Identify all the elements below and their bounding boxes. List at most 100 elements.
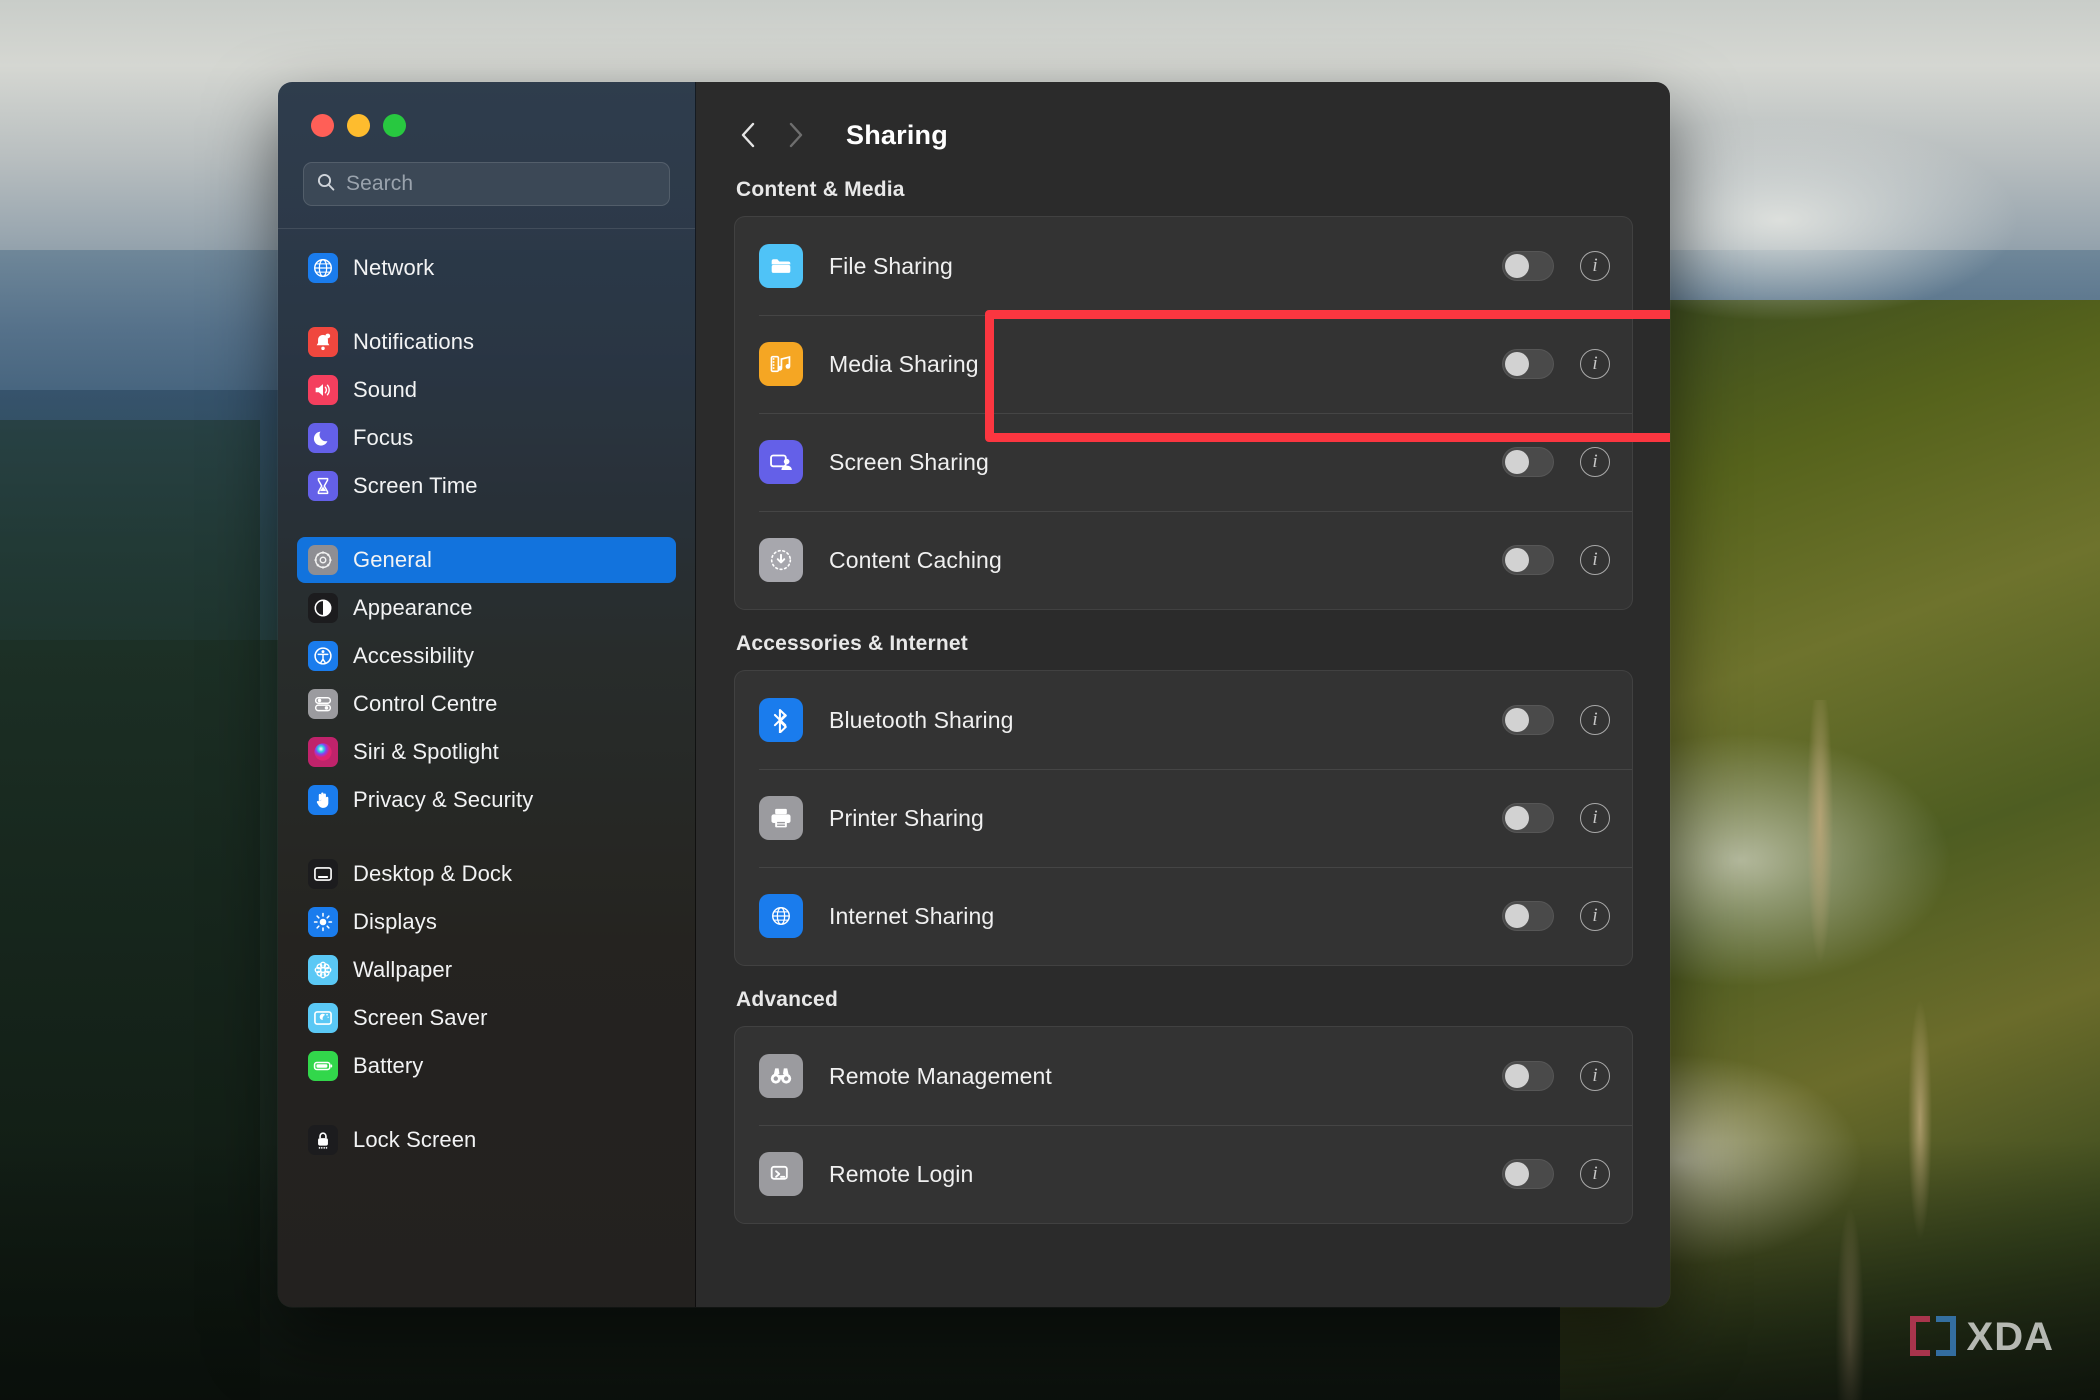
- sidebar-item-label: Network: [353, 255, 435, 280]
- setting-row-internet-sharing[interactable]: Internet Sharing i: [735, 867, 1632, 965]
- binoculars-icon: [759, 1054, 803, 1098]
- back-button[interactable]: [726, 112, 772, 158]
- appearance-icon: [308, 593, 338, 623]
- panel-header: Sharing: [696, 82, 1670, 160]
- brightness-icon: [308, 907, 338, 937]
- globe-icon: [308, 253, 338, 283]
- toggle-screen-sharing[interactable]: [1502, 447, 1554, 477]
- sidebar-group-0: Network: [297, 239, 676, 299]
- xda-watermark: XDA: [1909, 1314, 2054, 1360]
- minimize-button[interactable]: [347, 114, 370, 137]
- toggle-remote-login[interactable]: [1502, 1159, 1554, 1189]
- search-icon: [316, 172, 336, 197]
- toggle-bluetooth-sharing[interactable]: [1502, 705, 1554, 735]
- sidebar-item-label: Appearance: [353, 595, 473, 620]
- settings-sections: Content & Media File Sharing i Media Sharin…: [696, 160, 1670, 1307]
- sidebar-item-desktop-dock[interactable]: Desktop & Dock: [297, 851, 676, 897]
- setting-row-remote-management[interactable]: Remote Management i: [735, 1027, 1632, 1125]
- screen-saver-icon: [308, 1003, 338, 1033]
- search-container: Search: [278, 154, 695, 206]
- sidebar-item-label: Control Centre: [353, 691, 498, 716]
- search-placeholder: Search: [346, 172, 414, 195]
- setting-row-bluetooth-sharing[interactable]: Bluetooth Sharing i: [735, 671, 1632, 769]
- sidebar-item-sound[interactable]: Sound: [297, 367, 676, 413]
- info-button-content-caching[interactable]: i: [1580, 545, 1610, 575]
- download-arrow-icon: [759, 538, 803, 582]
- bluetooth-icon: [759, 698, 803, 742]
- setting-row-remote-login[interactable]: Remote Login i: [735, 1125, 1632, 1223]
- toggle-media-sharing[interactable]: [1502, 349, 1554, 379]
- sidebar-item-appearance[interactable]: Appearance: [297, 585, 676, 631]
- toggle-content-caching[interactable]: [1502, 545, 1554, 575]
- setting-row-media-sharing[interactable]: Media Sharing i: [735, 315, 1632, 413]
- sidebar-item-notifications[interactable]: Notifications: [297, 319, 676, 365]
- globe-icon: [759, 894, 803, 938]
- info-button-remote-management[interactable]: i: [1580, 1061, 1610, 1091]
- search-input[interactable]: Search: [303, 162, 670, 206]
- toggle-remote-management[interactable]: [1502, 1061, 1554, 1091]
- toggle-printer-sharing[interactable]: [1502, 803, 1554, 833]
- settings-card-0: File Sharing i Media Sharing i Screen Sharin…: [734, 216, 1633, 610]
- moon-icon: [308, 423, 338, 453]
- sidebar-item-general[interactable]: General: [297, 537, 676, 583]
- sidebar-group-4: Lock Screen: [297, 1111, 676, 1171]
- info-button-bluetooth-sharing[interactable]: i: [1580, 705, 1610, 735]
- setting-label-remote-login: Remote Login: [829, 1160, 974, 1187]
- hand-icon: [308, 785, 338, 815]
- sidebar-item-accessibility[interactable]: Accessibility: [297, 633, 676, 679]
- toggle-file-sharing[interactable]: [1502, 251, 1554, 281]
- setting-label-screen-sharing: Screen Sharing: [829, 448, 989, 475]
- setting-label-printer-sharing: Printer Sharing: [829, 804, 984, 831]
- sidebar-item-privacy-security[interactable]: Privacy & Security: [297, 777, 676, 823]
- setting-label-remote-management: Remote Management: [829, 1062, 1052, 1089]
- sidebar-item-label: Displays: [353, 909, 437, 934]
- screen-share-icon: [759, 440, 803, 484]
- sidebar-item-screen-saver[interactable]: Screen Saver: [297, 995, 676, 1041]
- lock-icon: [308, 1125, 338, 1155]
- info-button-printer-sharing[interactable]: i: [1580, 803, 1610, 833]
- gear-icon: [308, 545, 338, 575]
- speaker-icon: [308, 375, 338, 405]
- maximize-button[interactable]: [383, 114, 406, 137]
- setting-label-content-caching: Content Caching: [829, 546, 1002, 573]
- info-button-remote-login[interactable]: i: [1580, 1159, 1610, 1189]
- media-icon: [759, 342, 803, 386]
- xda-logo-icon: [1909, 1314, 1956, 1360]
- system-settings-window: Search Network Notifications Sound Focus Scr…: [278, 82, 1670, 1307]
- setting-row-file-sharing[interactable]: File Sharing i: [735, 217, 1632, 315]
- setting-row-printer-sharing[interactable]: Printer Sharing i: [735, 769, 1632, 867]
- info-button-media-sharing[interactable]: i: [1580, 349, 1610, 379]
- setting-row-content-caching[interactable]: Content Caching i: [735, 511, 1632, 609]
- sidebar: Search Network Notifications Sound Focus Scr…: [278, 82, 696, 1307]
- info-button-screen-sharing[interactable]: i: [1580, 447, 1610, 477]
- sidebar-item-wallpaper[interactable]: Wallpaper: [297, 947, 676, 993]
- info-button-file-sharing[interactable]: i: [1580, 251, 1610, 281]
- sidebar-item-siri-spotlight[interactable]: Siri & Spotlight: [297, 729, 676, 775]
- sidebar-item-screen-time[interactable]: Screen Time: [297, 463, 676, 509]
- sidebar-item-label: Desktop & Dock: [353, 861, 513, 886]
- sidebar-list[interactable]: Network Notifications Sound Focus Screen Tim…: [278, 229, 695, 1268]
- sidebar-item-control-centre[interactable]: Control Centre: [297, 681, 676, 727]
- sidebar-item-label: Sound: [353, 377, 418, 402]
- sidebar-item-label: Lock Screen: [353, 1127, 477, 1152]
- bell-icon: [308, 327, 338, 357]
- close-button[interactable]: [311, 114, 334, 137]
- section-title-advanced: Advanced: [736, 988, 838, 1011]
- info-button-internet-sharing[interactable]: i: [1580, 901, 1610, 931]
- folder-icon: [759, 244, 803, 288]
- setting-label-file-sharing: File Sharing: [829, 252, 953, 279]
- section-title-accessories-internet: Accessories & Internet: [736, 632, 968, 655]
- forward-button[interactable]: [772, 112, 818, 158]
- setting-label-media-sharing: Media Sharing: [829, 350, 979, 377]
- sidebar-item-label: Screen Time: [353, 473, 478, 498]
- sidebar-item-network[interactable]: Network: [297, 245, 676, 291]
- toggle-internet-sharing[interactable]: [1502, 901, 1554, 931]
- sidebar-item-focus[interactable]: Focus: [297, 415, 676, 461]
- sidebar-item-battery[interactable]: Battery: [297, 1043, 676, 1089]
- sidebar-item-displays[interactable]: Displays: [297, 899, 676, 945]
- settings-card-2: Remote Management i Remote Login i: [734, 1026, 1633, 1224]
- sidebar-item-lock-screen[interactable]: Lock Screen: [297, 1117, 676, 1163]
- wallpaper-icon: [308, 955, 338, 985]
- hourglass-icon: [308, 471, 338, 501]
- setting-row-screen-sharing[interactable]: Screen Sharing i: [735, 413, 1632, 511]
